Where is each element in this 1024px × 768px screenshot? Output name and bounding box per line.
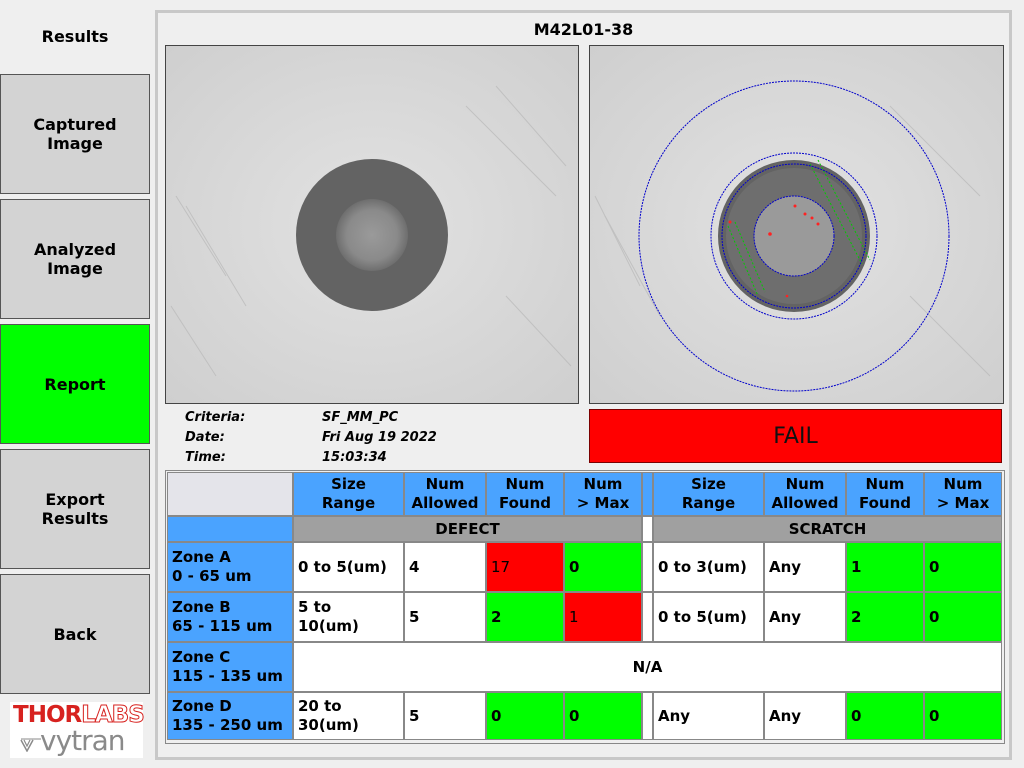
zone-a-scratch-found: 1 — [846, 542, 924, 592]
captured-fiber-image — [165, 45, 579, 404]
zone-b-scratch-max: 0 — [924, 592, 1002, 642]
date-value: Fri Aug 19 2022 — [322, 430, 437, 445]
zone-a-scratch-size: 0 to 3(um) — [653, 542, 764, 592]
time-value: 15:03:34 — [322, 450, 387, 465]
scratch-num-found-header: Num Found — [846, 472, 924, 516]
section-divider — [642, 516, 653, 542]
zone-a-divider — [642, 542, 653, 592]
report-button[interactable]: Report — [0, 324, 150, 444]
zone-b-defect-found: 2 — [486, 592, 564, 642]
zone-a-defect-allowed: 4 — [404, 542, 486, 592]
table-corner-cell — [167, 472, 293, 516]
zone-a-defect-found: 17 — [486, 542, 564, 592]
vytran-mark-icon — [20, 738, 41, 752]
zone-d-defect-size: 20 to 30(um) — [293, 692, 404, 740]
zone-d-scratch-max: 0 — [924, 692, 1002, 740]
scratch-size-range-header: Size Range — [653, 472, 764, 516]
analyzed-fiber-image — [589, 45, 1004, 404]
zone-d-label: Zone D 135 - 250 um — [167, 692, 293, 740]
report-title: M42L01-38 — [533, 20, 634, 39]
zone-b-defect-size: 5 to 10(um) — [293, 592, 404, 642]
zone-c-na: N/A — [293, 642, 1002, 692]
defect-num-found-header: Num Found — [486, 472, 564, 516]
thorlabs-vytran-logo: THORLABS vytran — [10, 702, 145, 758]
zone-a-defect-size: 0 to 5(um) — [293, 542, 404, 592]
scratch-num-max-header: Num > Max — [924, 472, 1002, 516]
zone-d-scratch-allowed: Any — [764, 692, 846, 740]
zone-a-scratch-max: 0 — [924, 542, 1002, 592]
zone-a-scratch-allowed: Any — [764, 542, 846, 592]
defect-size-range-header: Size Range — [293, 472, 404, 516]
defect-num-max-header: Num > Max — [564, 472, 642, 516]
zone-a-label: Zone A 0 - 65 um — [167, 542, 293, 592]
criteria-label: Criteria: — [185, 410, 246, 425]
zone-b-scratch-found: 2 — [846, 592, 924, 642]
zone-d-defect-allowed: 5 — [404, 692, 486, 740]
captured-image-button[interactable]: Captured Image — [0, 74, 150, 194]
zone-d-scratch-size: Any — [653, 692, 764, 740]
defect-num-allowed-header: Num Allowed — [404, 472, 486, 516]
zone-b-scratch-size: 0 to 5(um) — [653, 592, 764, 642]
zone-b-defect-max: 1 — [564, 592, 642, 642]
zone-d-scratch-found: 0 — [846, 692, 924, 740]
logo-vytran: vytran — [40, 724, 126, 757]
criteria-value: SF_MM_PC — [322, 410, 399, 425]
section-title-zone-cell — [167, 516, 293, 542]
result-status-badge: FAIL — [589, 409, 1002, 463]
zone-b-divider — [642, 592, 653, 642]
zone-d-defect-found: 0 — [486, 692, 564, 740]
export-results-button[interactable]: Export Results — [0, 449, 150, 569]
zone-a-defect-max: 0 — [564, 542, 642, 592]
scratch-num-allowed-header: Num Allowed — [764, 472, 846, 516]
zone-b-scratch-allowed: Any — [764, 592, 846, 642]
date-label: Date: — [185, 430, 225, 445]
zone-d-divider — [642, 692, 653, 740]
zone-b-defect-allowed: 5 — [404, 592, 486, 642]
zone-d-defect-max: 0 — [564, 692, 642, 740]
sidebar-title: Results — [41, 26, 109, 46]
zone-c-label: Zone C 115 - 135 um — [167, 642, 293, 692]
header-divider — [642, 472, 653, 516]
defect-section-title: DEFECT — [293, 516, 642, 542]
time-label: Time: — [185, 450, 226, 465]
scratch-section-title: SCRATCH — [653, 516, 1002, 542]
back-button[interactable]: Back — [0, 574, 150, 694]
analyzed-image-button[interactable]: Analyzed Image — [0, 199, 150, 319]
zone-b-label: Zone B 65 - 115 um — [167, 592, 293, 642]
